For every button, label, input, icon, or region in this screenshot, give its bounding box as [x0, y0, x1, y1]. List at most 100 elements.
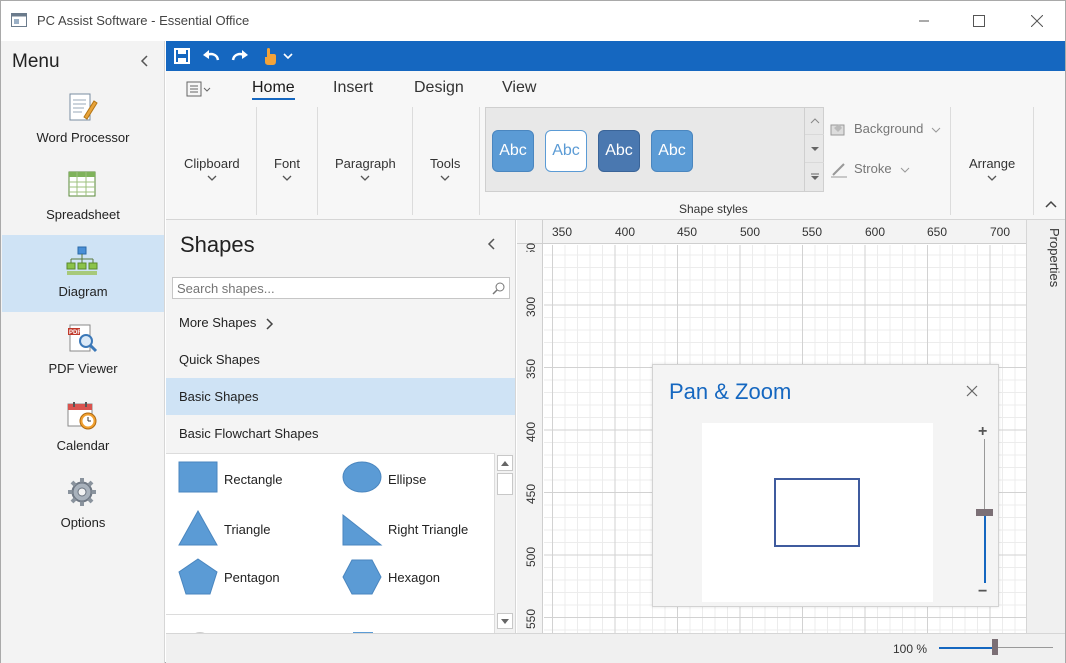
maximize-button[interactable]	[956, 1, 1002, 41]
nav-label-pdf-viewer: PDF Viewer	[48, 361, 118, 376]
scroll-thumb[interactable]	[497, 473, 513, 495]
close-icon[interactable]	[966, 385, 978, 397]
close-button[interactable]	[1014, 1, 1060, 41]
nav-item-pdf-viewer[interactable]: PDF PDF Viewer	[2, 312, 164, 389]
touch-mode-icon[interactable]	[260, 46, 280, 66]
redo-icon[interactable]	[230, 46, 250, 66]
zoom-out-button[interactable]: −	[978, 583, 987, 601]
nav-item-spreadsheet[interactable]: Spreadsheet	[2, 158, 164, 235]
nav-item-diagram[interactable]: Diagram	[2, 235, 164, 312]
scroll-down-button[interactable]	[497, 613, 513, 629]
shape-label: Hexagon	[388, 570, 441, 585]
shape-rectangle[interactable]: Rectangle	[178, 460, 328, 500]
clipboard-group-button[interactable]: Clipboard	[184, 156, 240, 181]
tools-group-button[interactable]: Tools	[430, 156, 460, 181]
ribbon-separator	[1033, 107, 1034, 215]
quick-access-toolbar	[166, 41, 1065, 71]
menu-title: Menu	[12, 51, 60, 72]
rectangle-shape-icon	[178, 461, 218, 493]
zoom-slider-thumb[interactable]	[976, 509, 993, 516]
shape-list-scrollbar[interactable]	[494, 453, 515, 633]
zoom-thumb[interactable]	[992, 639, 998, 655]
triangle-shape-icon	[178, 510, 218, 546]
stroke-button[interactable]: Stroke	[830, 161, 910, 178]
ribbon-separator	[950, 107, 951, 215]
chevron-down-icon	[282, 175, 292, 181]
undo-icon[interactable]	[201, 46, 221, 66]
shape-style-item[interactable]: Abc	[492, 130, 534, 172]
zoom-level-text: 100 %	[893, 642, 928, 656]
nav-label-diagram: Diagram	[58, 284, 108, 299]
shape-ellipse[interactable]: Ellipse	[342, 460, 492, 500]
properties-panel-tab[interactable]: Properties	[1026, 220, 1065, 633]
nav-label-word-processor: Word Processor	[36, 130, 130, 145]
shape-styles-gallery: Abc Abc Abc Abc	[485, 107, 824, 192]
shape-pentagon[interactable]: Pentagon	[178, 558, 328, 598]
zoom-in-button[interactable]: +	[978, 423, 987, 441]
shape-triangle[interactable]: Triangle	[178, 510, 328, 550]
stroke-pen-icon	[831, 162, 847, 178]
ruler-label: 300	[524, 296, 538, 318]
tab-home[interactable]: Home	[252, 79, 295, 100]
chevron-right-icon	[266, 318, 274, 330]
font-group-button[interactable]: Font	[274, 156, 300, 181]
collapse-ribbon-chevron-icon[interactable]	[1044, 199, 1058, 209]
gallery-scroll	[804, 107, 824, 192]
shape-hexagon[interactable]: Hexagon	[342, 558, 492, 598]
properties-label: Properties	[1047, 228, 1062, 288]
shape-styles-caption: Shape styles	[679, 202, 748, 216]
pentagon-shape-icon	[178, 558, 218, 595]
nav-label-options: Options	[60, 515, 106, 530]
category-basic-shapes[interactable]: Basic Shapes	[166, 378, 515, 415]
gallery-scroll-up[interactable]	[805, 107, 824, 135]
background-label: Background	[854, 121, 924, 136]
tab-insert[interactable]: Insert	[333, 79, 373, 97]
category-basic-flowchart-shapes[interactable]: Basic Flowchart Shapes	[166, 415, 515, 452]
background-button[interactable]: Background	[830, 121, 941, 138]
clipboard-label: Clipboard	[184, 156, 240, 171]
paragraph-group-button[interactable]: Paragraph	[335, 156, 396, 181]
search-shapes-input[interactable]	[173, 278, 483, 298]
horizontal-ruler: 350 400 450 500 550 600 650 700	[543, 220, 1026, 244]
shape-label: Right Triangle	[388, 522, 469, 537]
tab-view[interactable]: View	[502, 79, 536, 97]
scroll-up-icon	[501, 460, 509, 466]
pdf-viewer-icon: PDF	[68, 324, 98, 353]
gallery-more-icon	[810, 173, 819, 180]
save-icon[interactable]	[172, 46, 192, 66]
app-menu-icon[interactable]	[186, 80, 214, 98]
nav-item-options[interactable]: Options	[2, 466, 164, 543]
nav-item-word-processor[interactable]: Word Processor	[2, 81, 164, 158]
nav-item-calendar[interactable]: Calendar	[2, 389, 164, 466]
maximize-icon	[973, 15, 985, 27]
search-icon[interactable]	[492, 282, 505, 295]
chevron-down-icon	[810, 146, 819, 151]
menu-collapse-chevron-icon[interactable]	[137, 53, 153, 69]
chevron-down-icon	[207, 175, 217, 181]
right-triangle-shape-icon	[342, 513, 383, 546]
shapes-collapse-chevron-icon[interactable]	[486, 238, 498, 250]
chevron-up-icon	[810, 117, 819, 123]
ruler-label: 350	[524, 358, 538, 380]
arrange-label: Arrange	[969, 156, 1016, 171]
shape-style-item[interactable]: Abc	[651, 130, 693, 172]
ruler-label: 700	[990, 225, 1011, 239]
arrange-group-button[interactable]: Arrange	[969, 156, 1015, 181]
viewport-rectangle[interactable]	[774, 478, 860, 547]
pan-zoom-panel: Pan & Zoom + −	[652, 364, 999, 607]
customize-toolbar-chevron-icon[interactable]	[282, 46, 294, 66]
shape-style-item[interactable]: Abc	[545, 130, 587, 172]
gallery-scroll-down[interactable]	[805, 135, 824, 163]
gallery-expand[interactable]	[805, 163, 824, 191]
scroll-up-button[interactable]	[497, 455, 513, 471]
minimize-button[interactable]	[901, 1, 947, 41]
category-more-shapes[interactable]: More Shapes	[166, 304, 515, 341]
ruler-label: 600	[865, 225, 886, 239]
shape-right-triangle[interactable]: Right Triangle	[342, 510, 492, 550]
ruler-label: 250	[524, 242, 538, 264]
ruler-label: 450	[677, 225, 698, 239]
tab-design[interactable]: Design	[414, 79, 464, 97]
pan-zoom-preview[interactable]	[702, 423, 933, 602]
shape-style-item[interactable]: Abc	[598, 130, 640, 172]
category-quick-shapes[interactable]: Quick Shapes	[166, 341, 515, 378]
